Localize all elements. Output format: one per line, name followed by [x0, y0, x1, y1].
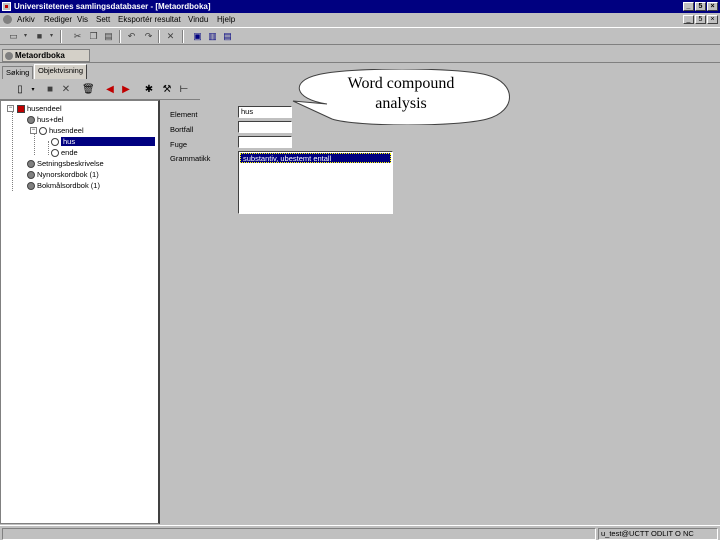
tree-item[interactable]: husendeel	[17, 104, 62, 114]
dictionary-node-icon	[27, 182, 35, 191]
dropdown-arrow-icon[interactable]: ▾	[20, 31, 31, 42]
tree-item[interactable]: ende	[51, 148, 78, 158]
menu-eksporter[interactable]: Eksportér resultat	[118, 15, 181, 24]
document-titlebar: Metaordboka	[0, 48, 720, 63]
tree-connector	[48, 141, 49, 155]
undo-icon[interactable]: ↶	[126, 31, 137, 42]
status-bar: u_test@UCTT ODLIT O NC	[0, 525, 720, 540]
compound-node-icon	[27, 116, 35, 125]
bortfall-label: Bortfall	[170, 125, 194, 134]
tree-collapse-toggle[interactable]: −	[7, 105, 14, 112]
cut-icon[interactable]: ✂	[72, 31, 83, 42]
element-field[interactable]: hus	[238, 106, 292, 118]
bortfall-field[interactable]	[238, 121, 292, 133]
grammatikk-list-item[interactable]: substantiv, ubestemt entall	[240, 153, 391, 163]
status-message	[2, 528, 596, 540]
copy-icon[interactable]: ❐	[88, 31, 99, 42]
main-toolbar: ▭ ▾ ■ ▾ ✂ ❐ ▤ ↶ ↷ ✕ ▣ ▥ ▤	[0, 27, 720, 45]
new-document-icon[interactable]: ▯	[14, 84, 26, 96]
document-title: Metaordboka	[15, 51, 65, 60]
tree-item[interactable]: Nynorskordbok (1)	[27, 170, 99, 180]
doc-close-button[interactable]: ×	[707, 15, 718, 24]
tree-item[interactable]: Bokmålsordbok (1)	[27, 181, 100, 191]
document-tab[interactable]: Metaordboka	[2, 49, 90, 62]
window-titlebar: Universitetenes samlingsdatabaser - [Met…	[0, 0, 720, 13]
menu-hjelp[interactable]: Hjelp	[217, 15, 235, 24]
dropdown-arrow-icon[interactable]: ▾	[27, 84, 39, 96]
doc-restore-button[interactable]: 5	[695, 15, 706, 24]
save-icon[interactable]: ■	[34, 31, 45, 42]
document-menu-icon[interactable]	[3, 15, 12, 24]
hierarchy-icon[interactable]: ⊢	[178, 84, 190, 96]
save-record-icon[interactable]: ■	[44, 84, 56, 96]
tree-collapse-toggle[interactable]: −	[30, 127, 37, 134]
element-node-icon	[51, 149, 59, 158]
status-user: u_test@UCTT ODLIT O NC	[598, 528, 718, 540]
tree-connector	[12, 111, 13, 191]
open-folder-icon[interactable]: ▭	[8, 31, 19, 42]
restore-button[interactable]: 5	[695, 2, 706, 11]
trash-icon[interactable]: 🗑	[82, 84, 95, 96]
annotation-callout: Word compound analysis	[287, 69, 515, 125]
dictionary-node-icon	[27, 171, 35, 180]
dropdown-arrow-icon[interactable]: ▾	[46, 31, 57, 42]
doc-minimize-button[interactable]: _	[683, 15, 694, 24]
root-node-icon	[17, 105, 25, 114]
menu-arkiv[interactable]: Arkiv	[17, 15, 35, 24]
menu-vis[interactable]: Vis	[77, 15, 88, 24]
menubar: Arkiv Rediger Vis Sett Eksportér resulta…	[0, 13, 720, 26]
toolbar-separator	[60, 30, 62, 43]
description-node-icon	[27, 160, 35, 169]
menu-sett[interactable]: Sett	[96, 15, 110, 24]
close-button[interactable]: ×	[707, 2, 718, 11]
tree-item[interactable]: husendeel	[39, 126, 84, 136]
delete-x-icon[interactable]: ✕	[165, 31, 176, 42]
tab-objektvisning[interactable]: Objektvisning	[34, 64, 88, 79]
delete-x-icon[interactable]: ✕	[60, 84, 72, 96]
tree-toolbar: ▯ ▾ ■ ✕ 🗑 ◀ ▶ ✱ ⚒ ⊢	[0, 80, 200, 100]
paste-icon[interactable]: ▤	[103, 31, 114, 42]
tile-vertical-icon[interactable]: ▥	[207, 31, 218, 42]
element-label: Element	[170, 110, 198, 119]
tree-item-selected[interactable]: hus	[51, 137, 155, 147]
tools-icon[interactable]: ⚒	[161, 84, 173, 96]
arrow-left-icon[interactable]: ◀	[104, 84, 116, 96]
document-icon	[5, 52, 13, 60]
arrow-right-icon[interactable]: ▶	[120, 84, 132, 96]
element-node-icon	[51, 138, 59, 147]
app-icon	[2, 2, 11, 11]
magic-wand-icon[interactable]: ✱	[143, 84, 155, 96]
minimize-button[interactable]: _	[683, 2, 694, 11]
window-title: Universitetenes samlingsdatabaser - [Met…	[14, 2, 211, 11]
cascade-windows-icon[interactable]: ▣	[192, 31, 203, 42]
toolbar-separator	[182, 30, 184, 43]
tree-item[interactable]: hus+del	[27, 115, 63, 125]
fuge-field[interactable]	[238, 136, 292, 148]
fuge-label: Fuge	[170, 140, 188, 149]
menu-vindu[interactable]: Vindu	[188, 15, 208, 24]
grammatikk-label: Grammatikk	[170, 154, 211, 163]
redo-icon[interactable]: ↷	[143, 31, 154, 42]
menu-rediger[interactable]: Rediger	[44, 15, 72, 24]
callout-line-2: analysis	[375, 95, 427, 112]
toolbar-separator	[119, 30, 121, 43]
tile-horizontal-icon[interactable]: ▤	[222, 31, 233, 42]
tab-soking[interactable]: Søking	[2, 66, 34, 79]
tree-item[interactable]: Setningsbeskrivelse	[27, 159, 104, 169]
grammatikk-listbox[interactable]: substantiv, ubestemt entall	[238, 151, 393, 214]
analysis-node-icon	[39, 127, 47, 136]
tree-connector	[34, 131, 35, 155]
callout-text: Word compound analysis	[287, 74, 515, 114]
callout-line-1: Word compound	[347, 75, 455, 92]
tree-pane: − − husendeel hus+del husendeel hus ende…	[0, 100, 160, 524]
toolbar-separator	[158, 30, 160, 43]
